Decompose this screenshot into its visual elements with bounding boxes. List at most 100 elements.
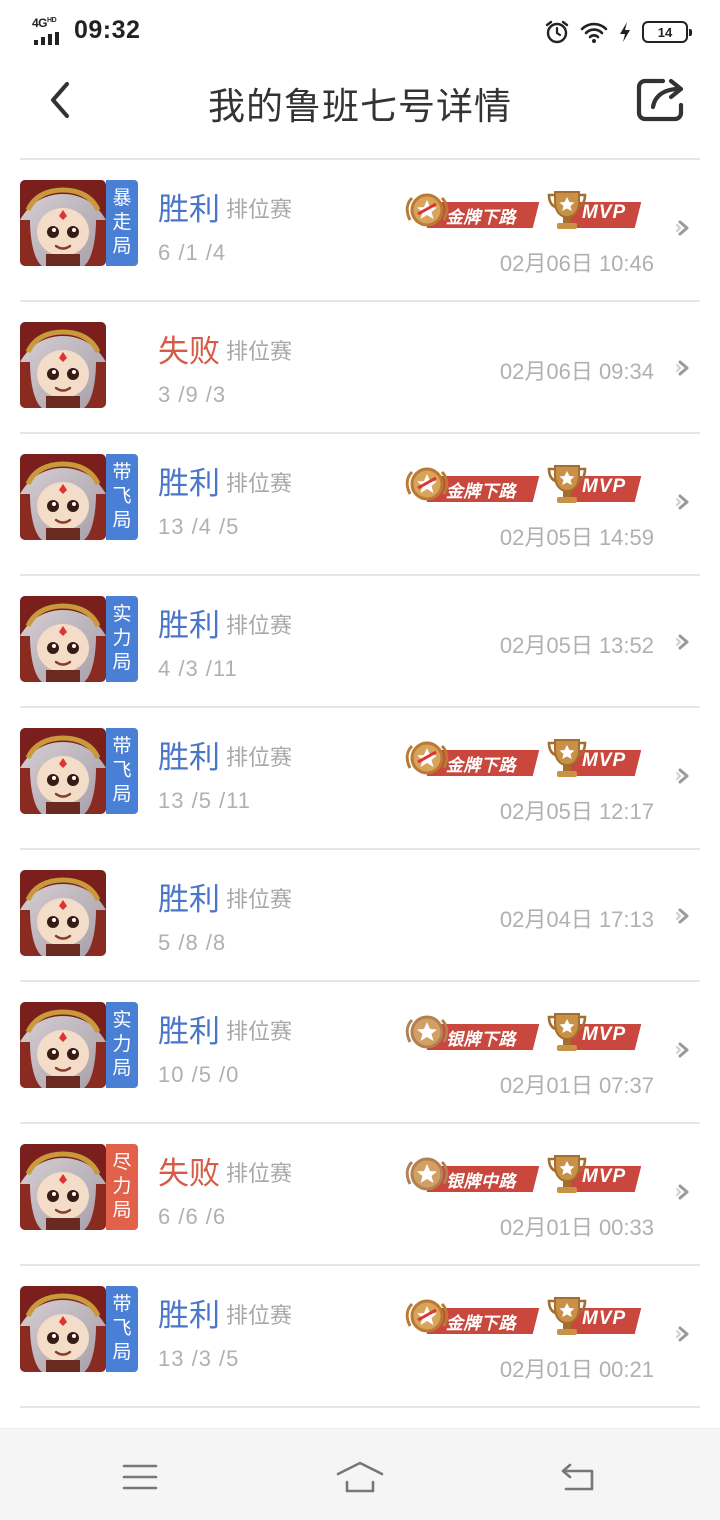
match-tag-char: 带 bbox=[112, 462, 132, 483]
network-label: 4GHD bbox=[32, 16, 57, 30]
mvp-badge: MVP bbox=[546, 188, 642, 232]
match-row[interactable]: 实力局胜利 排位赛 4 /3 /11 02月05日 13:52 bbox=[20, 576, 700, 708]
alarm-icon bbox=[544, 19, 570, 45]
mvp-label: MVP bbox=[582, 1308, 627, 1329]
match-mode: 排位赛 bbox=[226, 339, 293, 364]
match-kda: 6 /1 /4 bbox=[158, 240, 227, 265]
match-tag-char: 实 bbox=[112, 604, 132, 625]
match-row[interactable]: 带飞局胜利 排位赛 13 /4 /5 金牌下路 MVP 02月05日 14:59 bbox=[20, 434, 700, 576]
lane-medal-label: 金牌下路 bbox=[446, 1314, 516, 1333]
medal-icon bbox=[404, 1296, 450, 1343]
match-tag: 带飞局 bbox=[106, 728, 138, 814]
battery-level: 14 bbox=[657, 24, 673, 40]
match-tag-char: 暴 bbox=[112, 188, 132, 209]
match-time: 02月05日 14:59 bbox=[499, 525, 654, 550]
match-time: 02月05日 13:52 bbox=[499, 633, 654, 658]
match-result: 失败 bbox=[158, 334, 220, 369]
mvp-label: MVP bbox=[582, 1024, 627, 1045]
match-tag-char: 飞 bbox=[112, 760, 132, 781]
medal-icon bbox=[404, 1154, 450, 1201]
medal-icon bbox=[404, 738, 450, 785]
hero-avatar bbox=[20, 454, 106, 540]
chevron-right-icon bbox=[674, 1182, 694, 1202]
charging-icon bbox=[618, 21, 632, 43]
match-mode: 排位赛 bbox=[226, 1161, 293, 1186]
match-tag-char: 走 bbox=[112, 212, 132, 233]
match-time: 02月01日 07:37 bbox=[499, 1073, 654, 1098]
chevron-right-icon bbox=[674, 358, 694, 378]
match-result: 胜利 bbox=[158, 192, 220, 227]
hero-avatar bbox=[20, 870, 106, 956]
match-tag-char: 力 bbox=[112, 1034, 132, 1055]
chevron-right-icon bbox=[674, 1324, 694, 1344]
match-tag: 尽力局 bbox=[106, 1144, 138, 1230]
match-kda: 6 /6 /6 bbox=[158, 1204, 227, 1229]
match-row[interactable]: 暴走局胜利 排位赛 6 /1 /4 金牌下路 MVP 02月06日 10:46 bbox=[20, 160, 700, 302]
match-time: 02月04日 17:13 bbox=[499, 907, 654, 932]
match-tag: 带飞局 bbox=[106, 1286, 138, 1372]
lane-medal-label: 银牌下路 bbox=[446, 1030, 516, 1049]
match-mode: 排位赛 bbox=[226, 745, 293, 770]
match-mode: 排位赛 bbox=[226, 197, 293, 222]
menu-icon bbox=[122, 1464, 158, 1490]
match-tag-char: 局 bbox=[112, 652, 132, 673]
match-result: 胜利 bbox=[158, 740, 220, 775]
match-tag-char: 局 bbox=[112, 1200, 132, 1221]
match-kda: 13 /4 /5 bbox=[158, 514, 240, 539]
mvp-label: MVP bbox=[582, 1166, 627, 1187]
hero-avatar bbox=[20, 596, 106, 682]
lane-medal-badge: 银牌下路 bbox=[404, 1012, 540, 1054]
chevron-right-icon bbox=[674, 766, 694, 786]
lane-medal-badge: 金牌下路 bbox=[404, 1296, 540, 1338]
match-tag-char: 局 bbox=[112, 1058, 132, 1079]
match-tag-char: 局 bbox=[112, 236, 132, 257]
system-back-button[interactable] bbox=[550, 1455, 610, 1499]
match-tag-char: 力 bbox=[112, 628, 132, 649]
match-tag-char: 力 bbox=[112, 1176, 132, 1197]
lane-medal-label: 金牌下路 bbox=[446, 208, 516, 227]
wifi-icon bbox=[580, 20, 608, 44]
match-tag-char: 局 bbox=[112, 510, 132, 531]
mvp-badge: MVP bbox=[546, 1294, 642, 1338]
chevron-right-icon bbox=[674, 492, 694, 512]
hero-avatar bbox=[20, 728, 106, 814]
back-arrow-icon bbox=[51, 82, 69, 118]
medal-icon bbox=[404, 1012, 450, 1059]
match-result: 胜利 bbox=[158, 608, 220, 643]
hero-avatar bbox=[20, 180, 106, 266]
hero-avatar bbox=[20, 1286, 106, 1372]
match-time: 02月06日 09:34 bbox=[499, 359, 654, 384]
match-tag-char: 局 bbox=[112, 784, 132, 805]
match-row[interactable]: 实力局胜利 排位赛 10 /5 /0 银牌下路 MVP 02月01日 07:37 bbox=[20, 982, 700, 1124]
mvp-label: MVP bbox=[582, 476, 627, 497]
match-tag: 暴走局 bbox=[106, 180, 138, 266]
match-result: 胜利 bbox=[158, 1014, 220, 1049]
match-row[interactable]: 失败 排位赛 3 /9 /3 02月06日 09:34 bbox=[20, 302, 700, 434]
match-row[interactable]: 带飞局胜利 排位赛 13 /5 /11 金牌下路 MVP 02月05日 12:17 bbox=[20, 708, 700, 850]
match-row[interactable]: 带飞局胜利 排位赛 13 /3 /5 金牌下路 MVP 02月01日 00:21 bbox=[20, 1266, 700, 1408]
match-tag: 带飞局 bbox=[106, 454, 138, 540]
match-result: 胜利 bbox=[158, 1298, 220, 1333]
back-button[interactable] bbox=[34, 74, 86, 126]
match-tag-char: 飞 bbox=[112, 486, 132, 507]
status-bar: 4GHD 09:32 14 bbox=[0, 0, 720, 64]
match-tag-char: 局 bbox=[112, 1342, 132, 1363]
battery-icon: 14 bbox=[642, 21, 692, 43]
network-indicator: 4GHD bbox=[32, 16, 66, 45]
back-icon bbox=[561, 1463, 594, 1491]
chevron-right-icon bbox=[674, 218, 694, 238]
chevron-right-icon bbox=[674, 632, 694, 652]
home-button[interactable] bbox=[330, 1455, 390, 1499]
menu-button[interactable] bbox=[110, 1455, 170, 1499]
match-tag-char: 带 bbox=[112, 736, 132, 757]
medal-icon bbox=[404, 190, 450, 237]
share-button[interactable] bbox=[632, 70, 690, 128]
system-nav-bar bbox=[0, 1428, 720, 1520]
page-title: 我的鲁班七号详情 bbox=[208, 86, 512, 127]
match-row[interactable]: 胜利 排位赛 5 /8 /8 02月04日 17:13 bbox=[20, 850, 700, 982]
mvp-badge: MVP bbox=[546, 1152, 642, 1196]
match-tag-char: 飞 bbox=[112, 1318, 132, 1339]
match-tag-char: 带 bbox=[112, 1294, 132, 1315]
hero-avatar bbox=[20, 1002, 106, 1088]
match-row[interactable]: 尽力局失败 排位赛 6 /6 /6 银牌中路 MVP 02月01日 00:33 bbox=[20, 1124, 700, 1266]
